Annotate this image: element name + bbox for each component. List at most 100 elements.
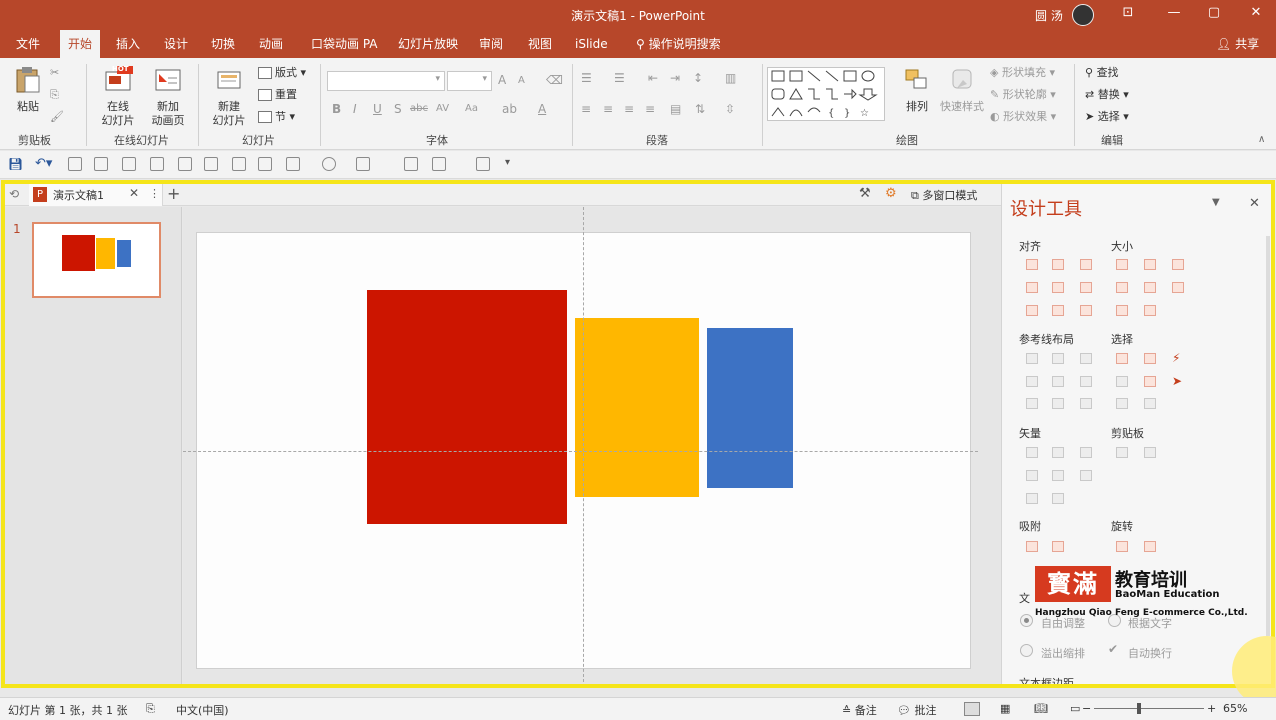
horizontal-guide[interactable] xyxy=(183,451,978,452)
snap-right-icon[interactable] xyxy=(1052,541,1064,552)
guide-grid-icon[interactable] xyxy=(1026,398,1038,409)
comments-button[interactable]: 💬︎ 批注 xyxy=(897,702,936,718)
italic-button[interactable]: I xyxy=(353,102,357,116)
pane-options-icon[interactable]: ▼ xyxy=(1212,197,1220,208)
tab-view[interactable]: 视图 xyxy=(520,30,560,58)
match-height-icon[interactable] xyxy=(1144,282,1156,293)
shape-qat-icon[interactable] xyxy=(322,157,336,171)
slide-thumbnail[interactable] xyxy=(32,222,161,298)
present-qat-icon[interactable] xyxy=(476,157,490,171)
same-size-icon[interactable] xyxy=(1172,259,1184,270)
snap-left-icon[interactable] xyxy=(1026,541,1038,552)
spelling-icon[interactable]: ⎘ xyxy=(146,702,155,716)
zoom-slider[interactable] xyxy=(1094,708,1204,709)
distribute-h-qat-icon[interactable] xyxy=(232,157,246,171)
collapse-ribbon-icon[interactable]: ∧ xyxy=(1258,134,1265,145)
maximize-button[interactable]: ▢ xyxy=(1204,5,1224,25)
align-right-icon[interactable]: ≡ xyxy=(624,102,634,116)
vector-union-icon[interactable] xyxy=(1026,447,1038,458)
select-ungroup-icon[interactable] xyxy=(1144,398,1156,409)
vector-intersect-icon[interactable] xyxy=(1026,470,1038,481)
guide-center-icon[interactable] xyxy=(1052,353,1064,364)
tab-menu-icon[interactable]: ⋮ xyxy=(149,187,160,200)
zoom-out-button[interactable]: − xyxy=(1082,702,1091,715)
tab-slideshow[interactable]: 幻灯片放映 xyxy=(390,30,466,58)
underline-button[interactable]: U xyxy=(373,102,382,116)
tab-transitions[interactable]: 切换 xyxy=(203,30,243,58)
tell-me-search[interactable]: ⚲ 操作说明搜索 xyxy=(628,30,729,58)
select-inverse-icon[interactable] xyxy=(1116,376,1128,387)
tab-insert[interactable]: 插入 xyxy=(108,30,148,58)
undo-icon[interactable]: ↶▾ xyxy=(35,156,52,171)
shapes-gallery[interactable]: { } ☆ xyxy=(767,67,885,121)
same-height-icon[interactable] xyxy=(1144,259,1156,270)
close-tab-icon[interactable]: ✕ xyxy=(129,186,139,200)
justify-icon[interactable]: ≡ xyxy=(645,102,655,116)
vector-chain-icon[interactable] xyxy=(1080,470,1092,481)
font-family-combo[interactable]: ▾ xyxy=(327,71,445,91)
font-color-button[interactable]: A xyxy=(538,102,546,116)
align-center-icon[interactable]: ≡ xyxy=(603,102,613,116)
overflow-shrink-radio[interactable] xyxy=(1020,644,1033,657)
align-left-qat-icon[interactable] xyxy=(68,157,82,171)
tab-animations[interactable]: 动画 xyxy=(251,30,291,58)
same-width-icon[interactable] xyxy=(1116,259,1128,270)
close-pane-icon[interactable]: ✕ xyxy=(1249,196,1260,211)
align-right-qat-icon[interactable] xyxy=(122,157,136,171)
distribute-horizontal-icon[interactable] xyxy=(1026,305,1038,316)
align-top-icon[interactable] xyxy=(1026,282,1038,293)
replace-button[interactable]: ⇄ 替换 ▾ xyxy=(1085,86,1129,104)
change-case-button[interactable]: Aa xyxy=(465,103,478,114)
orange-rectangle[interactable] xyxy=(575,318,699,497)
picture-qat-icon[interactable] xyxy=(432,157,446,171)
shape-outline-button[interactable]: ✎ 形状轮廓 ▾ xyxy=(990,86,1056,104)
align-center-qat-icon[interactable] xyxy=(94,157,108,171)
new-tab-button[interactable]: + xyxy=(167,184,180,203)
select-all-icon[interactable] xyxy=(1144,376,1156,387)
vertical-guide[interactable] xyxy=(583,207,584,687)
avatar[interactable] xyxy=(1072,4,1094,26)
zoom-slider-thumb[interactable] xyxy=(1137,703,1141,714)
document-tab[interactable]: P 演示文稿1 ✕ ⋮ xyxy=(29,184,163,206)
magic-wand-icon[interactable]: ⚡ xyxy=(1172,351,1180,365)
shape-effects-button[interactable]: ◐ 形状效果 ▾ xyxy=(990,108,1056,126)
shape-fill-button[interactable]: ◈ 形状填充 ▾ xyxy=(990,64,1055,82)
distribute-vertical-icon[interactable] xyxy=(1052,305,1064,316)
guide-right-icon[interactable] xyxy=(1080,353,1092,364)
tab-home[interactable]: 开始 xyxy=(60,30,101,58)
copy-format-icon[interactable] xyxy=(1116,447,1128,458)
share-button[interactable]: 👤︎ 共享 xyxy=(1208,30,1267,58)
align-left-icon[interactable] xyxy=(1026,259,1038,270)
user-name[interactable]: 圆 汤 xyxy=(1035,7,1063,24)
find-button[interactable]: ⚲ 查找 xyxy=(1085,64,1119,82)
format-painter-icon[interactable]: 🖌︎ xyxy=(50,108,64,126)
guide-bottom-icon[interactable] xyxy=(1080,376,1092,387)
blue-rectangle[interactable] xyxy=(707,328,793,488)
auto-wrap-checkbox[interactable]: ✔ xyxy=(1108,642,1118,656)
tab-history-icon[interactable]: ⟲ xyxy=(9,187,19,201)
text-shadow-button[interactable]: S xyxy=(394,102,402,116)
vector-text-icon[interactable] xyxy=(1026,493,1038,504)
guide-middle-icon[interactable] xyxy=(1052,376,1064,387)
decrease-font-size-button[interactable]: A xyxy=(518,75,525,86)
ribbon-display-options-icon[interactable]: ⊡ xyxy=(1118,5,1138,25)
arrange-button[interactable]: 排列 xyxy=(900,66,934,114)
customize-qat-icon[interactable]: ▾ xyxy=(505,157,510,168)
tools-icon[interactable]: ⚒ xyxy=(859,186,871,201)
normal-view-icon[interactable] xyxy=(964,702,980,716)
minimize-button[interactable]: — xyxy=(1164,5,1184,25)
strikethrough-button[interactable]: abc xyxy=(410,103,428,114)
guide-cross-icon[interactable] xyxy=(1080,398,1092,409)
reset-button[interactable]: 重置 xyxy=(258,86,297,104)
align-text-icon[interactable]: ⇳ xyxy=(725,102,735,116)
character-spacing-button[interactable]: AV xyxy=(436,103,449,114)
select-same-icon[interactable] xyxy=(1116,353,1128,364)
save-icon[interactable]: 💾︎ xyxy=(8,157,23,171)
tab-review[interactable]: 审阅 xyxy=(471,30,511,58)
vector-combine-icon[interactable] xyxy=(1052,447,1064,458)
match-width-icon[interactable] xyxy=(1116,282,1128,293)
numbering-icon[interactable]: ☰ xyxy=(614,71,625,85)
match-size-icon[interactable] xyxy=(1172,282,1184,293)
select-group-icon[interactable] xyxy=(1116,398,1128,409)
zoom-level[interactable]: 65% xyxy=(1223,702,1247,715)
